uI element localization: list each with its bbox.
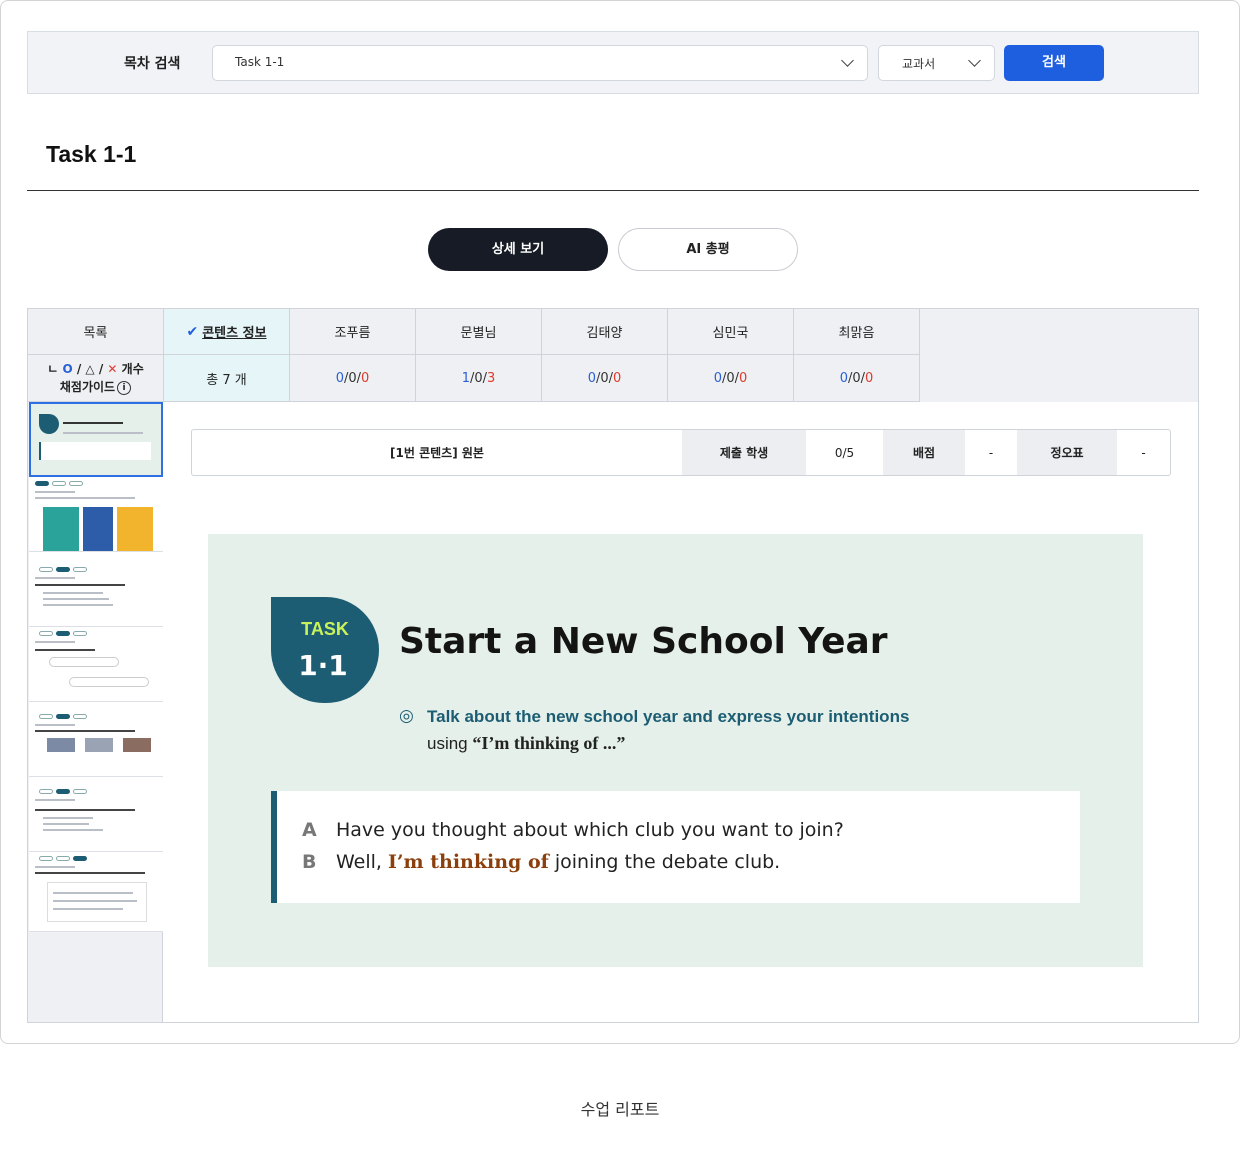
score-wrong: 0 bbox=[739, 370, 748, 386]
column-header-list-label: 목록 bbox=[83, 326, 108, 341]
score-correct: 0 bbox=[335, 370, 344, 386]
column-header-content-label: 콘텐츠 정보 bbox=[202, 326, 267, 341]
score-partial: 0 bbox=[474, 370, 483, 386]
tab-detail-view[interactable]: 상세 보기 bbox=[428, 228, 608, 271]
content-thumbnail[interactable] bbox=[29, 852, 163, 932]
chevron-down-icon bbox=[841, 54, 854, 67]
grading-guide-label: 채점가이드 bbox=[59, 380, 116, 394]
report-table: 목록 ✔ 콘텐츠 정보 조푸름 문별님 김태양 심민국 최맑음 ㄴ O / △ … bbox=[27, 308, 1199, 1023]
student-header[interactable]: 최맑음 bbox=[794, 309, 920, 355]
score-correct: 0 bbox=[587, 370, 596, 386]
mark-count-legend: ㄴ O / △ / ✕ 개수 bbox=[47, 362, 144, 376]
page-title: Task 1-1 bbox=[46, 141, 137, 167]
score-wrong: 0 bbox=[865, 370, 874, 386]
content-preview: TASK 1·1 Start a New School Year ◎ Talk … bbox=[208, 534, 1143, 967]
submitted-label: 제출 학생 bbox=[682, 430, 806, 475]
partial-mark-icon: △ bbox=[85, 362, 95, 376]
score-correct: 0 bbox=[839, 370, 848, 386]
info-icon[interactable]: i bbox=[117, 380, 132, 395]
goal-text-line2: using “I’m thinking of ...” bbox=[427, 733, 625, 754]
score-partial: 0 bbox=[600, 370, 609, 386]
toc-select[interactable]: Task 1-1 bbox=[212, 45, 868, 81]
content-info-bar: [1번 콘텐츠] 원본 제출 학생 0/5 배점 - 정오표 - bbox=[191, 429, 1171, 476]
toc-search-label: 목차 검색 bbox=[124, 56, 181, 72]
dialog-b-post: joining the debate club. bbox=[554, 851, 781, 873]
task-badge-label: TASK bbox=[301, 619, 349, 639]
student-score: 0/0/0 bbox=[290, 355, 416, 402]
correct-mark-icon: O bbox=[62, 362, 73, 376]
student-score: 0/0/0 bbox=[542, 355, 668, 402]
toc-search-bar: 목차 검색 Task 1-1 교과서 검색 bbox=[27, 31, 1199, 94]
content-thumbnail[interactable] bbox=[29, 627, 163, 702]
student-score: 0/0/0 bbox=[668, 355, 794, 402]
speaker-a: A bbox=[302, 819, 317, 841]
dialog-b-pre: Well, bbox=[336, 851, 382, 873]
column-header-list: 목록 bbox=[28, 309, 164, 355]
content-total-label: 총 7 개 bbox=[206, 372, 247, 388]
task-badge: TASK 1·1 bbox=[271, 597, 379, 703]
student-name: 최맑음 bbox=[838, 326, 875, 341]
tab-ai-summary[interactable]: AI 총평 bbox=[618, 228, 798, 271]
title-divider bbox=[27, 190, 1199, 191]
task-badge-number: 1·1 bbox=[298, 649, 348, 682]
column-header-content[interactable]: ✔ 콘텐츠 정보 bbox=[164, 309, 290, 355]
goal-text: Talk about the new school year and expre… bbox=[427, 707, 910, 726]
student-score: 1/0/3 bbox=[416, 355, 542, 402]
student-name: 김태양 bbox=[586, 326, 623, 341]
points-value: - bbox=[988, 445, 994, 460]
student-name: 심민국 bbox=[712, 326, 749, 341]
answer-sheet-value: - bbox=[1141, 445, 1146, 460]
goal-phrase: “I’m thinking of ...” bbox=[472, 733, 626, 753]
dialog-line-b: B Well, I’m thinking of joining the debat… bbox=[302, 851, 780, 873]
content-thumbnail[interactable] bbox=[29, 702, 163, 777]
speaker-b: B bbox=[302, 851, 317, 873]
content-thumbnail-list bbox=[28, 402, 163, 1022]
score-partial: 0 bbox=[852, 370, 861, 386]
wrong-mark-icon: ✕ bbox=[107, 362, 118, 376]
content-total: 총 7 개 bbox=[164, 355, 290, 402]
student-name: 조푸름 bbox=[334, 326, 371, 341]
toc-select-value: Task 1-1 bbox=[235, 55, 285, 69]
content-thumbnail[interactable] bbox=[29, 402, 163, 477]
score-correct: 0 bbox=[713, 370, 722, 386]
grading-guide[interactable]: 채점가이드 i bbox=[59, 378, 132, 396]
preview-title: Start a New School Year bbox=[399, 621, 888, 662]
student-name: 문별님 bbox=[460, 326, 497, 341]
legend-suffix: 개수 bbox=[121, 362, 144, 376]
figure-caption: 수업 리포트 bbox=[580, 1100, 660, 1119]
example-dialog: A Have you thought about which club you w… bbox=[271, 791, 1080, 903]
dialog-a-text: Have you thought about which club you wa… bbox=[336, 819, 844, 841]
report-card: 목차 검색 Task 1-1 교과서 검색 Task 1-1 상세 보기 AI … bbox=[0, 0, 1240, 1044]
student-header[interactable]: 김태양 bbox=[542, 309, 668, 355]
dialog-b-highlight: I’m thinking of bbox=[388, 851, 549, 873]
score-wrong: 0 bbox=[613, 370, 622, 386]
search-button[interactable]: 검색 bbox=[1004, 45, 1104, 81]
content-name: [1번 콘텐츠] 원본 bbox=[390, 446, 484, 460]
submitted-value: 0/5 bbox=[834, 445, 855, 460]
student-header[interactable]: 심민국 bbox=[668, 309, 794, 355]
student-header[interactable]: 문별님 bbox=[416, 309, 542, 355]
student-header[interactable]: 조푸름 bbox=[290, 309, 416, 355]
score-wrong: 3 bbox=[487, 370, 496, 386]
legend-prefix: ㄴ bbox=[47, 362, 59, 376]
score-wrong: 0 bbox=[361, 370, 370, 386]
chevron-down-icon bbox=[968, 54, 981, 67]
points-label: 배점 bbox=[883, 430, 965, 475]
student-score: 0/0/0 bbox=[794, 355, 920, 402]
book-filter-value: 교과서 bbox=[902, 57, 936, 71]
book-filter-select[interactable]: 교과서 bbox=[878, 45, 995, 81]
score-partial: 0 bbox=[726, 370, 735, 386]
dialog-line-a: A Have you thought about which club you w… bbox=[302, 819, 844, 841]
goal-using: using bbox=[427, 734, 468, 753]
content-thumbnail[interactable] bbox=[29, 777, 163, 852]
mark-legend: ㄴ O / △ / ✕ 개수 채점가이드 i bbox=[28, 355, 164, 402]
content-thumbnail[interactable] bbox=[29, 552, 163, 627]
answer-sheet-label: 정오표 bbox=[1017, 430, 1117, 475]
score-partial: 0 bbox=[348, 370, 357, 386]
score-correct: 1 bbox=[461, 370, 470, 386]
target-icon: ◎ bbox=[399, 706, 414, 726]
check-icon: ✔ bbox=[186, 323, 199, 340]
content-thumbnail[interactable] bbox=[29, 477, 163, 552]
